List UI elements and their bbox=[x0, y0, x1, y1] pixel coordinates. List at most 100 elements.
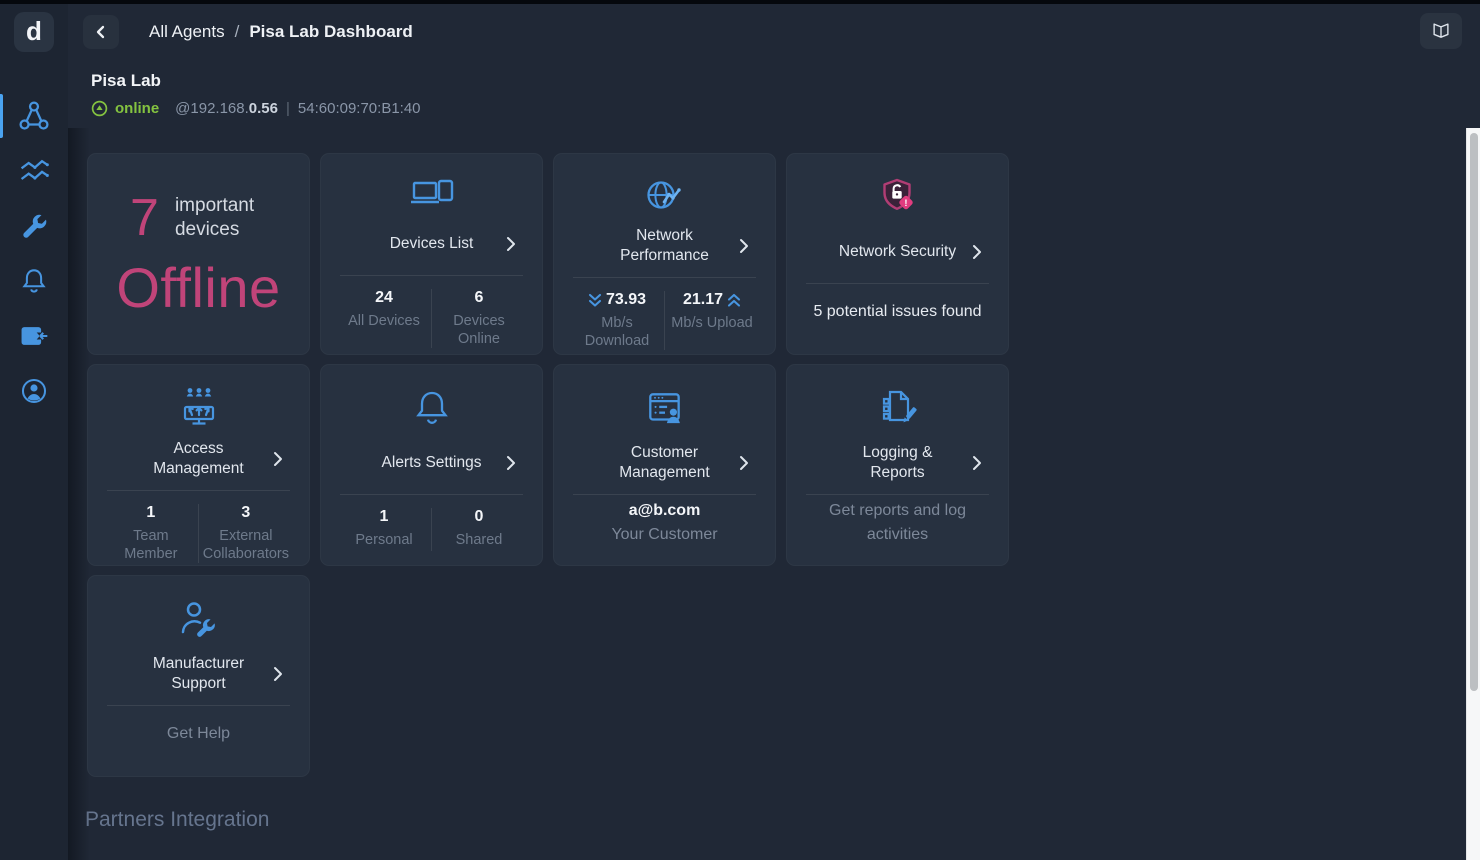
support-note: Get Help bbox=[166, 725, 231, 742]
sidebar-item-remote-connect[interactable] bbox=[0, 308, 68, 363]
agent-status-line: online @192.168.0.56 | 54:60:09:70:B1:40 bbox=[91, 100, 421, 117]
devices-list-card[interactable]: Devices List 24 All Devices 6 Devices On… bbox=[320, 153, 543, 355]
breadcrumb-current: Pisa Lab Dashboard bbox=[249, 22, 413, 41]
logo-letter: d bbox=[26, 16, 42, 46]
card-stats: 1 Personal 0 Shared bbox=[337, 495, 526, 551]
network-security-card[interactable]: ! Network Security 5 potential issues fo… bbox=[786, 153, 1009, 355]
breadcrumb-separator: / bbox=[234, 22, 240, 41]
access-management-card[interactable]: Access Management 1 Team Member 3 Extern… bbox=[87, 364, 310, 566]
card-title-row: Network Performance bbox=[570, 225, 759, 267]
wrench-icon bbox=[18, 210, 50, 242]
sidebar: d bbox=[0, 4, 68, 860]
chevron-right-icon[interactable] bbox=[972, 455, 982, 471]
chevron-right-icon[interactable] bbox=[739, 455, 749, 471]
stat-team-member: 1 Team Member bbox=[124, 504, 178, 563]
devices-icon bbox=[337, 174, 526, 214]
logging-note: Get reports and log activities bbox=[829, 502, 966, 543]
stat-upload: 21.17 Mb/s Upload bbox=[664, 291, 759, 351]
card-title-row: Logging & Reports bbox=[803, 442, 992, 484]
access-management-icon bbox=[104, 385, 293, 429]
alerts-settings-card[interactable]: Alerts Settings 1 Personal 0 Shared bbox=[320, 364, 543, 566]
card-title-row: Alerts Settings bbox=[337, 442, 526, 484]
customer-email: a@b.com bbox=[628, 502, 701, 519]
performance-chart-icon bbox=[18, 155, 50, 187]
customer-management-card[interactable]: Customer Management a@b.com Your Custome… bbox=[553, 364, 776, 566]
chevron-right-icon[interactable] bbox=[273, 451, 283, 467]
card-title-row: Devices List bbox=[337, 223, 526, 265]
stat-all-devices: 24 All Devices bbox=[348, 289, 420, 329]
stat-shared-alerts: 0 Shared bbox=[431, 508, 526, 551]
offline-devices-card[interactable]: 7 important devices Offline bbox=[87, 153, 310, 355]
manufacturer-support-icon bbox=[104, 596, 293, 644]
network-security-icon: ! bbox=[803, 174, 992, 222]
card-title: Customer Management bbox=[619, 443, 710, 481]
breadcrumb-all-agents[interactable]: All Agents bbox=[149, 22, 225, 42]
agent-name: Pisa Lab bbox=[91, 71, 161, 90]
alerts-bell-icon bbox=[337, 385, 526, 433]
remote-device-icon bbox=[18, 320, 50, 352]
card-title: Devices List bbox=[389, 234, 474, 252]
agent-header: Pisa Lab online @192.168.0.56 | 54:60:09… bbox=[68, 60, 1466, 128]
card-title: Network Security bbox=[838, 242, 957, 260]
back-chevron-icon bbox=[93, 24, 109, 40]
logging-reports-icon bbox=[803, 385, 992, 433]
chevron-right-icon[interactable] bbox=[506, 236, 516, 252]
agent-dashboard: d All Agents / Pisa Lab Dashboard Pisa L… bbox=[0, 0, 1480, 860]
breadcrumb: All Agents / Pisa Lab Dashboard bbox=[149, 22, 413, 42]
double-chevron-down-icon bbox=[588, 293, 602, 308]
stat-personal-alerts: 1 Personal bbox=[355, 508, 413, 548]
logging-reports-card[interactable]: Logging & Reports Get reports and log ac… bbox=[786, 364, 1009, 566]
chevron-right-icon[interactable] bbox=[739, 238, 749, 254]
sidebar-item-performance[interactable] bbox=[0, 143, 68, 198]
stat-external-collaborators: 3 External Collaborators bbox=[197, 504, 293, 564]
dashboard-cards-grid: 7 important devices Offline Devices List bbox=[87, 153, 1466, 777]
card-title-row: Customer Management bbox=[570, 442, 759, 484]
manufacturer-support-card[interactable]: Manufacturer Support Get Help bbox=[87, 575, 310, 777]
customer-label: Your Customer bbox=[611, 526, 718, 543]
stat-download: 73.93 Mb/s Download bbox=[584, 291, 650, 350]
bell-icon bbox=[18, 265, 50, 297]
card-title: Logging & Reports bbox=[862, 443, 933, 481]
stat-devices-online: 6 Devices Online bbox=[431, 289, 526, 349]
chevron-right-icon[interactable] bbox=[972, 244, 982, 260]
offline-count-label: important devices bbox=[174, 195, 255, 240]
card-title-row: Network Security bbox=[803, 231, 992, 273]
network-performance-icon bbox=[570, 174, 759, 216]
scrollbar-thumb[interactable] bbox=[1470, 133, 1478, 691]
card-title: Access Management bbox=[153, 439, 244, 477]
app-logo[interactable]: d bbox=[14, 12, 54, 52]
back-button[interactable] bbox=[83, 15, 119, 49]
offline-count: 7 bbox=[130, 189, 159, 247]
status-divider: | bbox=[286, 100, 290, 117]
card-stats: 24 All Devices 6 Devices Online bbox=[337, 276, 526, 349]
chevron-right-icon[interactable] bbox=[273, 666, 283, 682]
partners-integration-heading: Partners Integration bbox=[85, 808, 270, 831]
sidebar-item-account[interactable] bbox=[0, 363, 68, 418]
sidebar-item-alerts[interactable] bbox=[0, 253, 68, 308]
card-title: Alerts Settings bbox=[381, 453, 482, 471]
knowledge-base-button[interactable] bbox=[1420, 13, 1462, 49]
network-performance-card[interactable]: Network Performance 73.93 Mb/s Download … bbox=[553, 153, 776, 355]
card-title-row: Access Management bbox=[104, 438, 293, 480]
svg-text:!: ! bbox=[904, 198, 907, 209]
card-stats: 73.93 Mb/s Download 21.17 Mb/s Upload bbox=[570, 278, 759, 351]
user-account-icon bbox=[18, 375, 50, 407]
offline-count-row: 7 important devices bbox=[102, 192, 295, 244]
vertical-scrollbar bbox=[1466, 128, 1480, 860]
online-status-label: online bbox=[115, 100, 160, 117]
open-book-icon bbox=[1430, 21, 1452, 41]
agent-ip: @192.168.0.56 bbox=[175, 100, 278, 117]
card-stats: 1 Team Member 3 External Collaborators bbox=[104, 491, 293, 564]
customer-summary: a@b.com Your Customer bbox=[570, 495, 759, 551]
double-chevron-up-icon bbox=[727, 293, 741, 308]
network-topology-icon bbox=[17, 99, 51, 133]
card-title: Network Performance bbox=[620, 226, 709, 264]
dashboard-content: 7 important devices Offline Devices List bbox=[68, 128, 1466, 860]
sidebar-item-settings[interactable] bbox=[0, 198, 68, 253]
chevron-right-icon[interactable] bbox=[506, 455, 516, 471]
sidebar-item-network-topology[interactable] bbox=[0, 88, 68, 143]
customer-management-icon bbox=[570, 385, 759, 433]
agent-mac-address: 54:60:09:70:B1:40 bbox=[297, 100, 421, 117]
card-title: Manufacturer Support bbox=[152, 654, 245, 692]
card-title-row: Manufacturer Support bbox=[104, 653, 293, 695]
